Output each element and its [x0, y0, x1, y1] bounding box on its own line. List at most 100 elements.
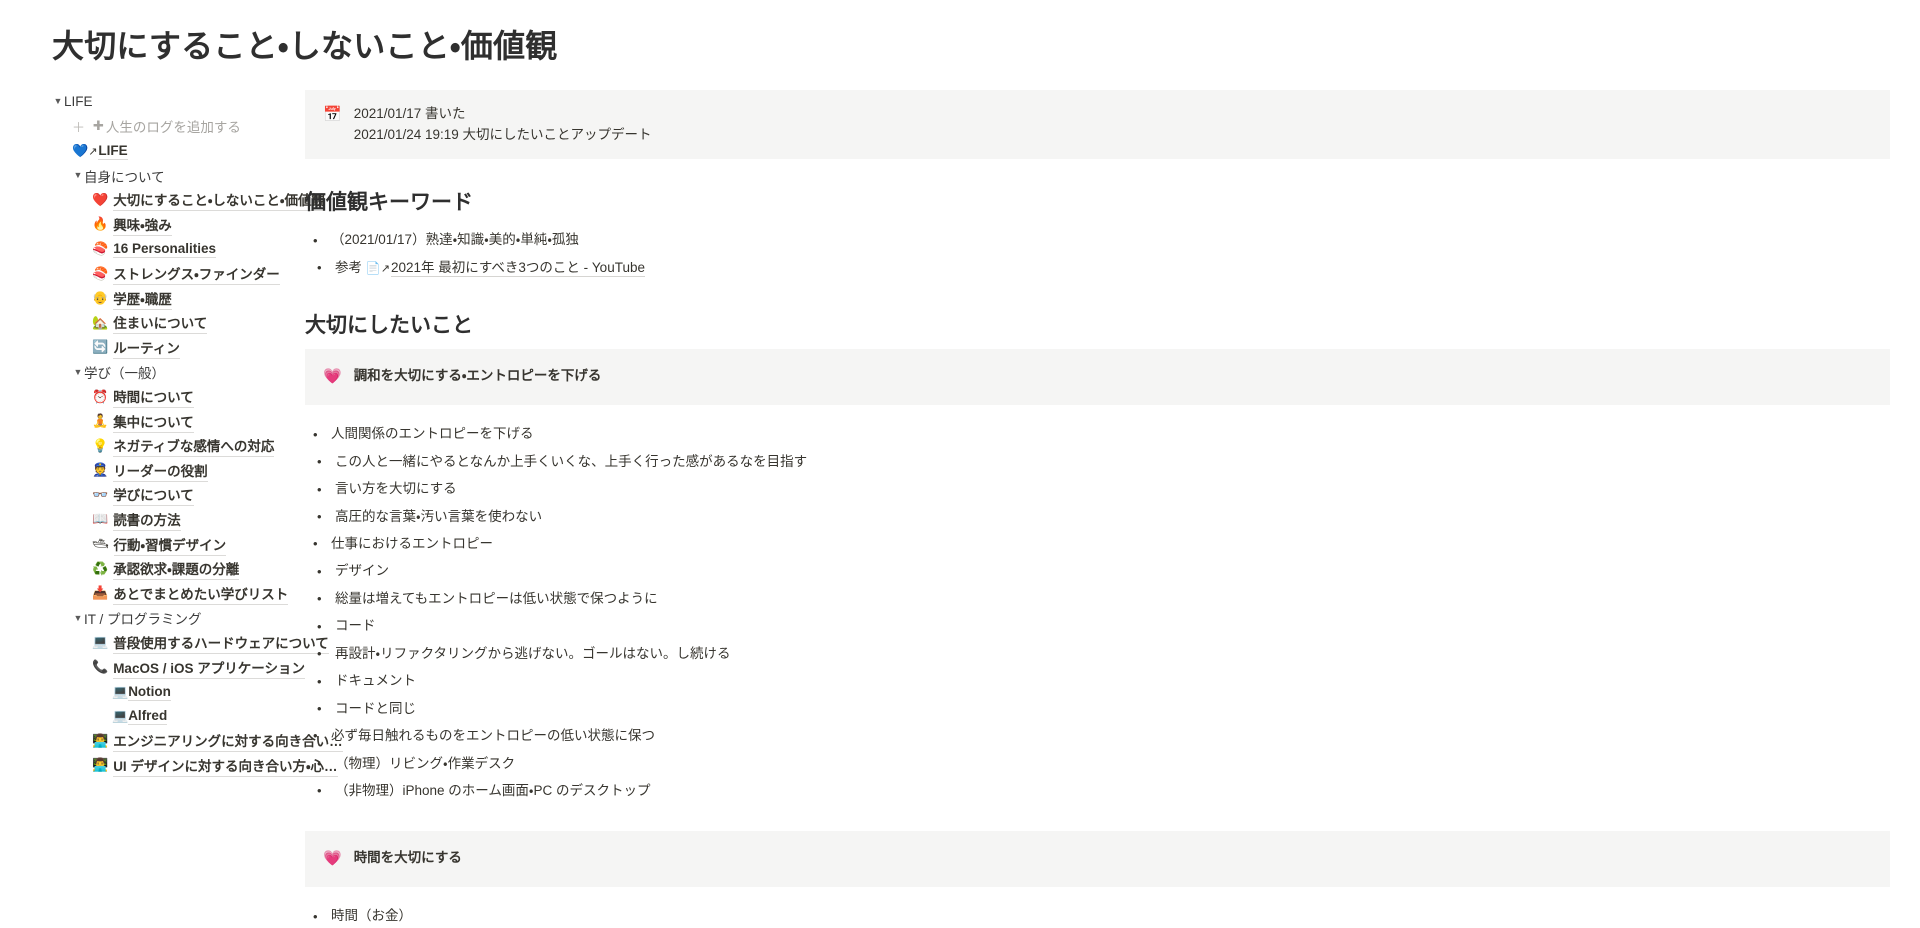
- chevron-down-icon[interactable]: ▼: [72, 367, 84, 377]
- sidebar-item-strengthsfinder[interactable]: 🍣 ストレングス・ファインダー: [52, 262, 305, 287]
- sidebar-group-label: 学び（一般）: [84, 366, 165, 382]
- sidebar-item-housing[interactable]: 🏡 住まいについて: [52, 311, 305, 336]
- bullet-dot-icon: •: [313, 536, 318, 552]
- sidebar-item-label: リーダーの役割: [113, 460, 208, 482]
- bullet-dot-icon: •: [317, 508, 322, 524]
- list-item: • （2021/01/17）熟達・知識・美的・単純・孤独: [313, 227, 1890, 254]
- sidebar-root-label: LIFE: [64, 94, 93, 110]
- list-item: • 仕事におけるエントロピー: [313, 530, 1890, 557]
- sidebar-item-values[interactable]: ❤️ 大切にすること・しないこと・価値観: [52, 188, 326, 213]
- sidebar-item-time[interactable]: ⏰ 時間について: [52, 385, 305, 410]
- callout-harmony-text: 調和を大切にする・エントロピーを下げる: [353, 367, 602, 383]
- time-list: • 時間（お金） • 時間とお金は表裏一体 • レバレッジが効くような時間・お金…: [305, 903, 1890, 928]
- recycle-icon: ♻️: [92, 561, 109, 577]
- date-written-line: 2021/01/17 書いた: [353, 105, 466, 121]
- sidebar-item-life-link[interactable]: 💙 ↗ LIFE: [52, 139, 305, 164]
- sidebar-item-alfred[interactable]: 💻 Alfred: [52, 704, 305, 729]
- technologist-icon: 👨‍💻: [92, 758, 109, 774]
- important-list-daily: • 必ず毎日触れるものをエントロピーの低い状態に保つ • （物理）リビング・作業…: [305, 722, 1890, 804]
- sidebar-item-macos-ios-apps[interactable]: 📞 MacOS / iOS アプリケーション: [52, 655, 305, 680]
- sidebar-item-habit-design[interactable]: 🛥 行動・習慣デザイン: [52, 532, 305, 557]
- list-item-text: 人間関係のエントロピーを下げる: [331, 426, 534, 442]
- sidebar-item-notion[interactable]: 💻 Notion: [52, 680, 305, 705]
- reference-prefix: 参考: [335, 259, 366, 275]
- list-item-text: 必ず毎日触れるものをエントロピーの低い状態に保つ: [331, 728, 655, 744]
- chevron-down-icon[interactable]: ▼: [52, 97, 64, 106]
- inbox-tray-icon: 📥: [92, 586, 109, 602]
- list-item: • 時間（お金）: [313, 903, 1890, 928]
- sidebar-item-reading-method[interactable]: 📖 読書の方法: [52, 508, 305, 533]
- list-item-text: ドキュメント: [335, 673, 416, 689]
- sushi-icon: 🍣: [92, 241, 109, 257]
- sidebar-item-label: 承認欲求・課題の分離: [113, 558, 240, 581]
- plus-solid-icon: ✚: [93, 118, 104, 134]
- list-item: • コード: [317, 613, 1890, 640]
- list-item: • （物理）リビング・作業デスク: [317, 750, 1890, 777]
- list-item-text: 総量は増えてもエントロピーは低い状態で保つように: [335, 590, 658, 606]
- list-item-text: コードと同じ: [335, 700, 416, 716]
- sidebar-item-approval-separation[interactable]: ♻️ 承認欲求・課題の分離: [52, 557, 305, 582]
- sidebar-item-engineering-mindset[interactable]: 👨‍💻 エンジニアリングに対する向き合い…: [52, 729, 343, 754]
- list-item-text: （物理）リビング・作業デスク: [335, 755, 516, 771]
- sidebar-item-learning-backlog[interactable]: 📥 あとでまとめたい学びリスト: [52, 581, 305, 606]
- bullet-dot-icon: •: [313, 232, 318, 248]
- bullet-dot-icon: •: [317, 783, 322, 799]
- section-heading-important: 大切にしたいこと: [305, 313, 473, 337]
- sidebar-item-16personalities[interactable]: 🍣 16 Personalities: [52, 237, 305, 262]
- sidebar-item-label: Alfred: [128, 708, 168, 726]
- sidebar-item-negative-emotions[interactable]: 💡 ネガティブな感情への対応: [52, 434, 305, 459]
- sidebar-group-learning[interactable]: ▼ 学び（一般）: [52, 360, 305, 385]
- bullet-dot-icon: •: [317, 563, 322, 579]
- refresh-icon: 🔄: [92, 340, 109, 356]
- sidebar-item-label: LIFE: [98, 142, 128, 160]
- list-item-text: 高圧的な言葉・汚い言葉を使わない: [335, 508, 543, 524]
- plus-icon: ＋: [72, 119, 86, 135]
- sidebar-item-label: ストレングス・ファインダー: [113, 263, 280, 286]
- youtube-reference-link[interactable]: 2021年 最初にすべき3つのこと - YouTube: [390, 259, 645, 277]
- bullet-dot-icon: •: [317, 454, 322, 470]
- sidebar-item-label: 時間について: [113, 386, 194, 409]
- sidebar-group-self[interactable]: ▼ 自身について: [52, 163, 305, 188]
- list-item: • この人と一緒にやるとなんか上手くいくな、上手く行った感があるなを目指す: [317, 448, 1890, 475]
- list-item-text: コード: [335, 618, 376, 634]
- police-officer-icon: 👮: [92, 463, 109, 479]
- list-item-text: 再設計・リファクタリングから逃げない。ゴールはない。し続ける: [335, 645, 731, 661]
- date-callout-body: 2021/01/17 書いた 2021/01/24 19:19 大切にしたいこと…: [354, 104, 652, 146]
- list-item: • 言い方を大切にする: [317, 476, 1890, 503]
- sidebar-item-ui-design-mindset[interactable]: 👨‍💻 UI デザインに対する向き合い方・心…: [52, 754, 338, 779]
- sidebar-item-label: 学びについて: [113, 484, 194, 507]
- laptop-icon: 💻: [92, 635, 109, 651]
- sidebar-item-hardware[interactable]: 💻 普段使用するハードウェアについて: [52, 631, 329, 656]
- chevron-down-icon[interactable]: ▼: [72, 171, 84, 180]
- add-life-log-button[interactable]: ＋ ✚ 人生のログを追加する: [52, 114, 305, 139]
- external-link-arrow-icon: ↗: [88, 145, 98, 158]
- sidebar-item-focus[interactable]: 🧘 集中について: [52, 409, 305, 434]
- sidebar-item-leader-role[interactable]: 👮 リーダーの役割: [52, 459, 305, 484]
- bullet-dot-icon: •: [317, 481, 322, 497]
- callout-time: 💗 時間を大切にする: [305, 830, 1890, 887]
- sidebar-item-education-career[interactable]: 👴 学歴・職歴: [52, 286, 305, 311]
- important-list: • 人間関係のエントロピーを下げる • この人と一緒にやるとなんか上手くいくな、…: [305, 421, 1890, 531]
- sidebar-root-life[interactable]: ▼ LIFE: [52, 90, 305, 115]
- sidebar-group-label: IT / プログラミング: [84, 612, 202, 628]
- list-item: • ドキュメント: [317, 668, 1890, 695]
- list-item: • 人間関係のエントロピーを下げる: [313, 421, 1890, 448]
- bullet-dot-icon: •: [317, 755, 322, 771]
- sidebar-group-it-programming[interactable]: ▼ IT / プログラミング: [52, 606, 305, 631]
- sidebar-item-about-learning[interactable]: 👓 学びについて: [52, 483, 305, 508]
- sidebar-item-routine[interactable]: 🔄 ルーティン: [52, 336, 305, 361]
- important-list-work: • 仕事におけるエントロピー • デザイン • 総量は増えてもエントロピーは低い…: [305, 530, 1890, 612]
- sidebar-item-interests[interactable]: 🔥 興味・強み: [52, 213, 305, 238]
- list-item: • 参考 📄↗2021年 最初にすべき3つのこと - YouTube: [317, 254, 1890, 281]
- bullet-dot-icon: •: [317, 701, 322, 717]
- bullet-dot-icon: •: [313, 908, 318, 924]
- important-list-code: • コード • 再設計・リファクタリングから逃げない。ゴールはない。し続ける •…: [305, 613, 1890, 723]
- list-item: • コードと同じ: [317, 695, 1890, 722]
- list-item-text: デザイン: [335, 563, 389, 579]
- chevron-down-icon[interactable]: ▼: [72, 613, 84, 623]
- laptop-icon: 💻: [112, 709, 129, 725]
- old-man-icon: 👴: [92, 291, 109, 307]
- bullet-dot-icon: •: [313, 728, 318, 744]
- sidebar-item-label: 16 Personalities: [113, 240, 216, 258]
